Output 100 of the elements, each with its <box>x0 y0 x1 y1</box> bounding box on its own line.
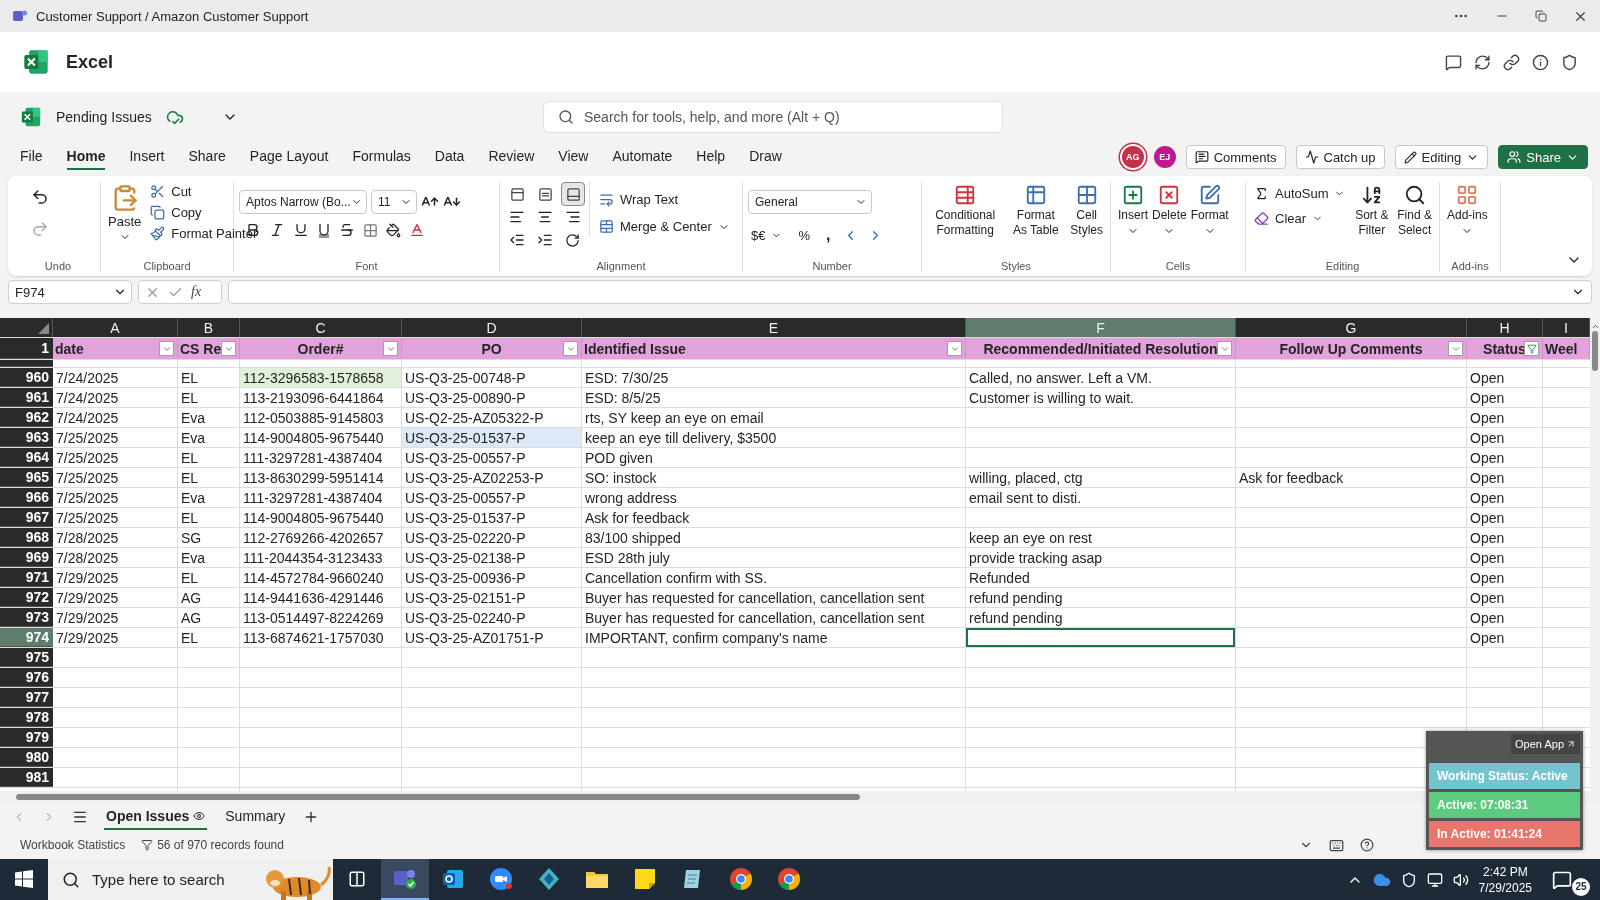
menu-tab[interactable]: View <box>558 144 589 170</box>
table-cell[interactable]: 7/28/2025 <box>53 528 177 547</box>
row-number[interactable]: 979 <box>0 728 53 747</box>
font-size-select[interactable]: 11 <box>371 190 417 214</box>
table-cell[interactable]: IMPORTANT, confirm company's name <box>582 628 965 647</box>
browser-icon[interactable] <box>777 866 801 891</box>
table-cell[interactable]: keep an eye till delivery, $3500 <box>582 428 965 447</box>
table-cell[interactable]: POD given <box>582 448 965 467</box>
row-number[interactable]: 960 <box>0 368 53 387</box>
table-cell[interactable]: 113-0514497-8224269 <box>240 608 401 627</box>
vertical-align-button[interactable] <box>561 182 585 206</box>
security-icon[interactable] <box>1400 871 1417 888</box>
table-cell[interactable]: Refunded <box>966 568 1235 587</box>
menu-tab[interactable]: Review <box>488 144 535 170</box>
table-cell[interactable]: willing, placed, ctg <box>966 468 1235 487</box>
avatar[interactable]: AG <box>1121 146 1144 168</box>
comments-button[interactable]: Comments <box>1185 145 1286 169</box>
align-right-icon[interactable] <box>565 209 581 225</box>
table-cell[interactable]: Eva <box>178 428 239 447</box>
table-cell[interactable]: Open <box>1467 548 1542 567</box>
align-center-icon[interactable] <box>537 209 553 225</box>
select-all-button[interactable] <box>0 318 53 337</box>
row-number[interactable]: 965 <box>0 468 53 487</box>
name-box[interactable]: F974 <box>8 280 132 304</box>
table-cell[interactable]: SO: instock <box>582 468 965 487</box>
chat-icon[interactable] <box>1445 53 1462 71</box>
table-cell[interactable]: Open <box>1467 628 1542 647</box>
table-cell[interactable]: 111-3297281-4387404 <box>240 488 401 507</box>
table-cell[interactable]: 7/24/2025 <box>53 408 177 427</box>
menu-tab[interactable]: Share <box>188 144 226 170</box>
table-cell[interactable]: Eva <box>178 548 239 567</box>
row-number[interactable]: 966 <box>0 488 53 507</box>
filter-dropdown-button[interactable] <box>159 341 174 356</box>
table-cell[interactable]: ESD 28th july <box>582 548 965 567</box>
column-header[interactable]: A <box>53 318 178 337</box>
table-cell[interactable]: Eva <box>178 488 239 507</box>
add-ins-button[interactable]: Add-ins <box>1445 182 1490 239</box>
table-cell[interactable]: US-Q3-25-00557-P <box>402 488 581 507</box>
fill-color-icon[interactable] <box>386 222 401 238</box>
menu-tab[interactable]: Home <box>66 144 106 170</box>
sheet-tab[interactable]: Summary <box>223 804 288 830</box>
column-header[interactable]: F <box>966 318 1236 337</box>
row-number[interactable]: 975 <box>0 648 53 667</box>
filter-dropdown-button[interactable] <box>221 341 236 356</box>
table-cell[interactable]: AG <box>178 608 239 627</box>
table-cell[interactable]: wrong address <box>582 488 965 507</box>
increase-indent-icon[interactable] <box>537 232 553 248</box>
table-cell[interactable]: 7/25/2025 <box>53 428 177 447</box>
note-icon[interactable] <box>634 867 656 890</box>
menu-tab[interactable]: Data <box>434 144 465 170</box>
insert-button[interactable]: Insert <box>1116 182 1150 239</box>
italic-icon[interactable] <box>269 222 285 238</box>
refresh-icon[interactable] <box>1474 53 1491 71</box>
row-number[interactable]: 973 <box>0 608 53 627</box>
table-cell[interactable]: 114-4572784-9660240 <box>240 568 401 587</box>
table-cell[interactable]: ESD: 7/30/25 <box>582 368 965 387</box>
column-header[interactable]: G <box>1236 318 1467 337</box>
filter-dropdown-button[interactable] <box>1217 341 1232 356</box>
double-underline-icon[interactable] <box>317 222 331 238</box>
table-cell[interactable]: EL <box>178 508 239 527</box>
table-cell[interactable]: Open <box>1467 608 1542 627</box>
table-cell[interactable]: refund pending <box>966 608 1235 627</box>
filter-dropdown-button[interactable] <box>383 341 398 356</box>
menu-tab[interactable]: Help <box>696 144 726 170</box>
format-button[interactable]: Format <box>1188 182 1231 239</box>
filter-applied-button[interactable] <box>1524 341 1539 356</box>
conditional-formatting-button[interactable]: Conditional Formatting <box>927 182 1004 240</box>
avatar[interactable]: EJ <box>1153 146 1176 168</box>
table-cell[interactable]: 112-3296583-1578658 <box>240 368 401 387</box>
table-cell[interactable]: 7/28/2025 <box>53 548 177 567</box>
table-cell[interactable]: AG <box>178 588 239 607</box>
table-cell[interactable]: 7/29/2025 <box>53 628 177 647</box>
row-number[interactable]: 972 <box>0 588 53 607</box>
table-cell[interactable]: 113-2193096-6441864 <box>240 388 401 407</box>
row-number[interactable]: 968 <box>0 528 53 547</box>
table-cell[interactable]: Ask for feedback <box>1236 468 1466 487</box>
table-cell[interactable]: Open <box>1467 528 1542 547</box>
taskbar-button[interactable] <box>381 859 429 900</box>
browser-icon[interactable] <box>729 866 753 891</box>
clipboard-button[interactable]: Format Painter <box>147 224 261 243</box>
table-cell[interactable]: Open <box>1467 368 1542 387</box>
restore-icon[interactable] <box>1535 10 1547 22</box>
row-number[interactable]: 964 <box>0 448 53 467</box>
menu-tab[interactable]: Automate <box>612 144 673 170</box>
decrease-indent-icon[interactable] <box>509 232 525 248</box>
table-cell[interactable]: EL <box>178 468 239 487</box>
share-button[interactable]: Share <box>1498 145 1588 169</box>
table-cell[interactable]: EL <box>178 368 239 387</box>
table-cell[interactable]: Buyer has requested for cancellation, cancellation sent <box>582 608 965 627</box>
filter-dropdown-button[interactable] <box>1448 341 1463 356</box>
table-cell[interactable]: Cancellation confirm with SS. <box>582 568 965 587</box>
menu-tab[interactable]: File <box>20 144 43 170</box>
notifications-icon[interactable] <box>1552 869 1572 890</box>
catch-up-button[interactable]: Catch up <box>1295 145 1385 169</box>
formula-field[interactable] <box>228 280 1592 304</box>
table-cell[interactable]: US-Q3-25-02151-P <box>402 588 581 607</box>
table-cell[interactable]: US-Q3-25-01537-P <box>402 428 581 447</box>
table-cell[interactable]: Open <box>1467 508 1542 527</box>
column-header[interactable]: C <box>240 318 402 337</box>
strikethrough-icon[interactable] <box>339 222 355 238</box>
